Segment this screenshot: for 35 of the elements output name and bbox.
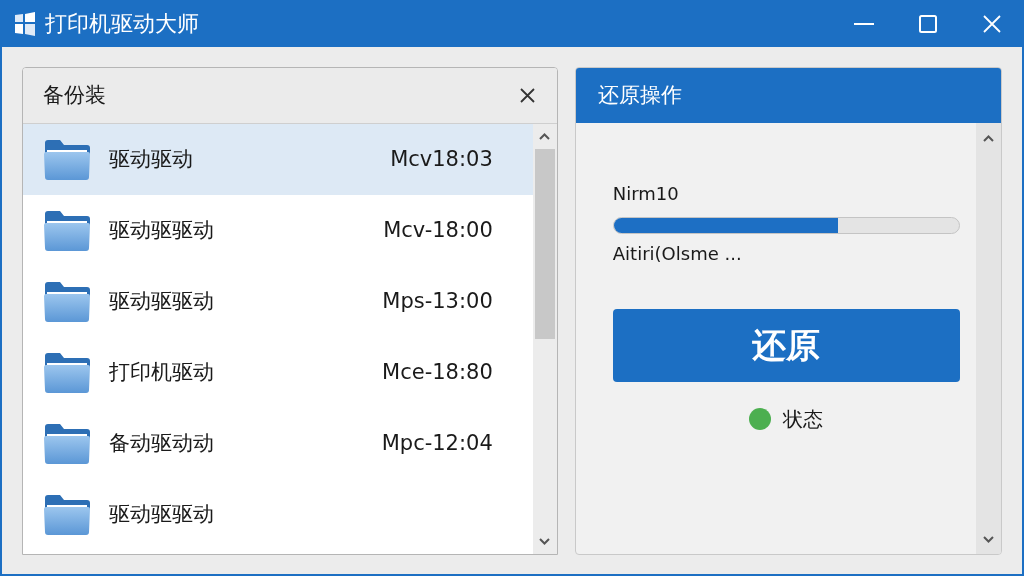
chevron-up-icon (983, 134, 994, 142)
item-name: 驱动驱驱动 (109, 216, 214, 244)
status-label: 状态 (783, 406, 824, 433)
progress-label: Nirm10 (612, 182, 680, 206)
item-name: 驱动驱驱动 (109, 287, 214, 315)
item-name: 打印机驱动 (109, 358, 214, 386)
chevron-up-icon (539, 133, 551, 140)
item-time: Mps-13:00 (382, 287, 493, 315)
folder-icon (43, 351, 91, 394)
progress-caption: Aitiri(Olsme ... (612, 242, 743, 266)
folder-icon (43, 422, 91, 465)
window-title: 打印机驱动大师 (45, 12, 199, 35)
item-time: Mcv18:03 (390, 145, 493, 173)
scrollbar-thumb[interactable] (534, 149, 555, 339)
chevron-down-icon (983, 535, 994, 543)
folder-icon (43, 138, 91, 181)
panel-title: 还原操作 (597, 81, 682, 109)
tiles-icon (13, 11, 37, 36)
maximize-icon (919, 14, 937, 33)
restore-button[interactable]: 还原 (612, 309, 960, 382)
panel-title: 备份装 (43, 81, 106, 109)
folder-icon (43, 280, 91, 323)
item-name: 备动驱动动 (109, 429, 214, 457)
item-time: Mpc-12:04 (381, 429, 493, 457)
close-icon (983, 14, 1001, 33)
folder-icon (43, 493, 91, 536)
list-row[interactable]: 驱动驱动 Mcv18:03 (23, 124, 533, 195)
minimize-icon (854, 22, 874, 25)
item-name: 驱动驱动 (109, 145, 193, 173)
folder-icon (43, 209, 91, 252)
item-name: 驱动驱驱动 (109, 500, 214, 528)
item-time: Mcv-18:00 (383, 216, 493, 244)
chevron-down-icon (539, 538, 551, 545)
close-icon (520, 88, 536, 103)
item-time: Mce-18:80 (382, 358, 493, 386)
